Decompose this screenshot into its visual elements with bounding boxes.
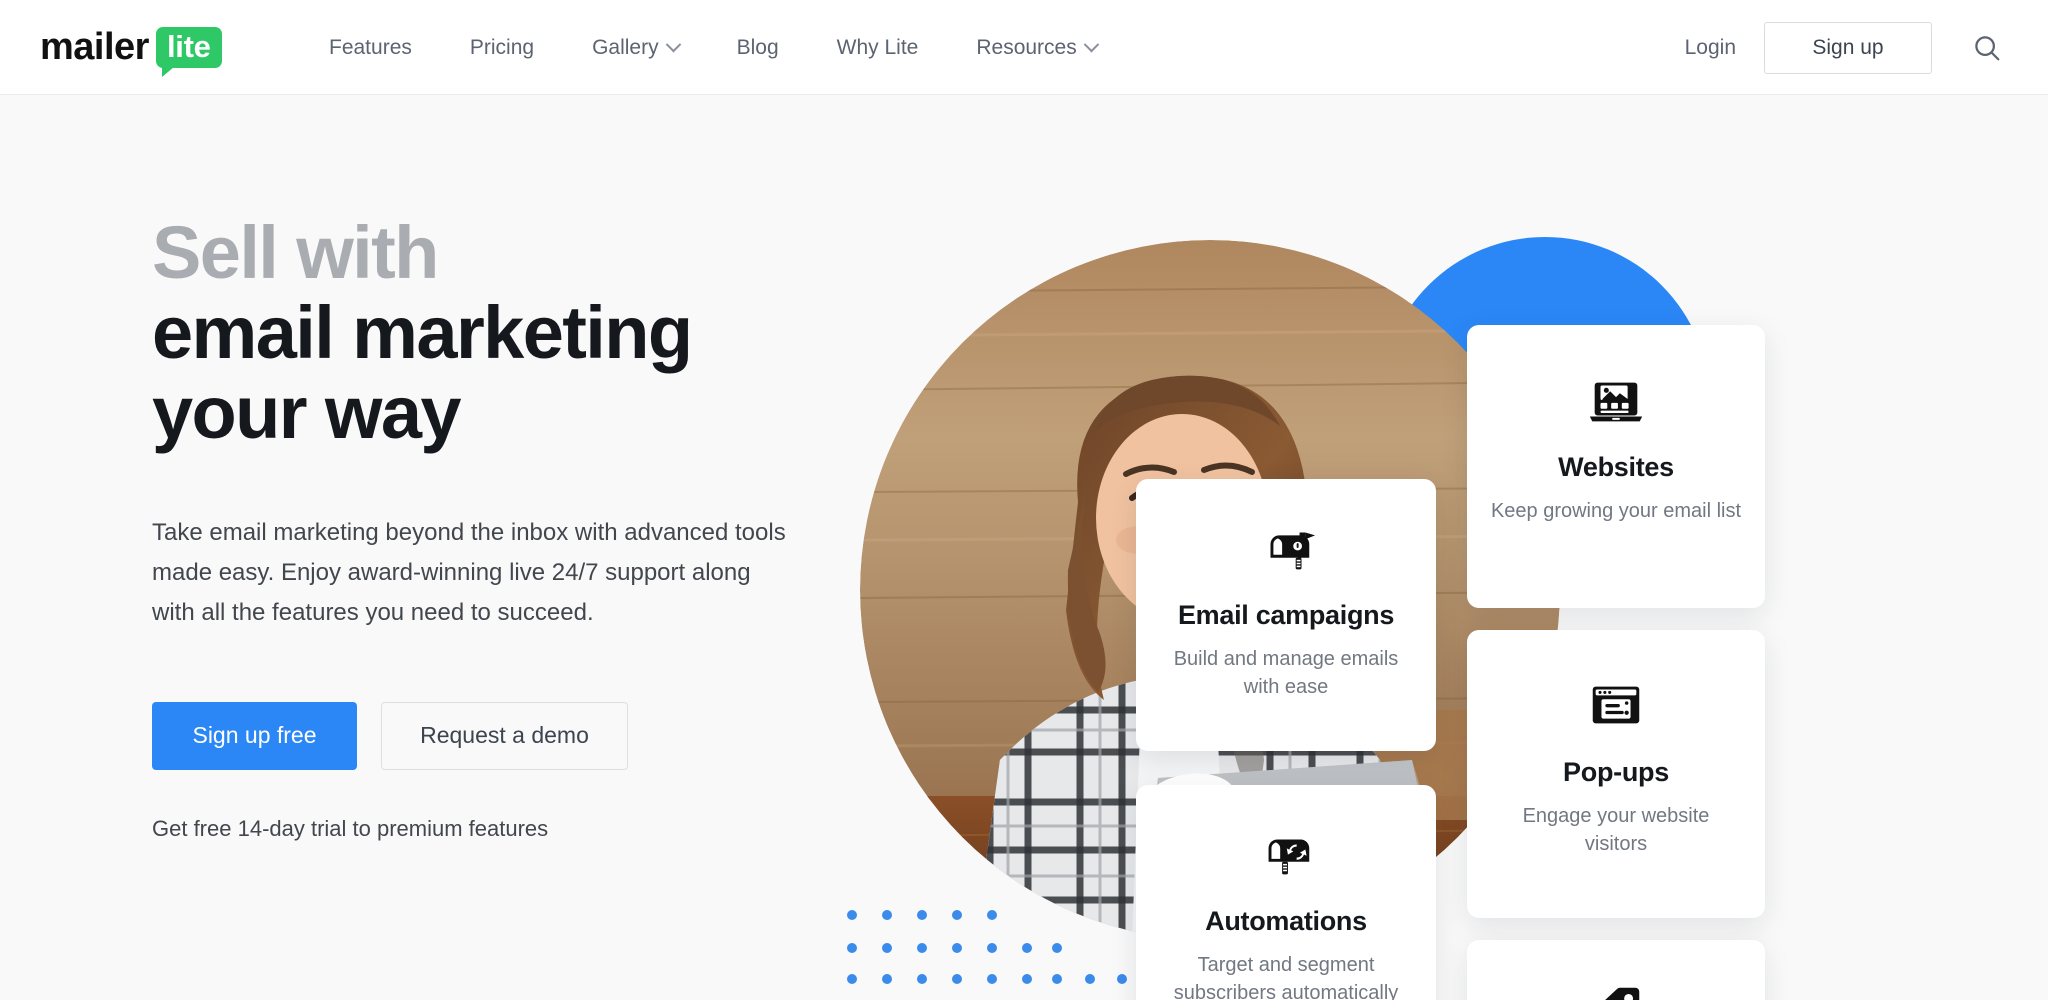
chevron-down-icon bbox=[665, 36, 681, 53]
site-header: mailer lite Features Pricing Gallery Blo… bbox=[0, 0, 2048, 95]
header-actions: Login Sign up bbox=[1657, 0, 2020, 95]
headline-line-2: email marketing bbox=[152, 290, 693, 374]
browser-window-icon bbox=[1585, 674, 1647, 741]
laptop-website-icon bbox=[1585, 369, 1647, 436]
nav-item-resources[interactable]: Resources bbox=[947, 36, 1125, 59]
signup-button[interactable]: Sign up bbox=[1764, 21, 1932, 74]
nav-label: Why Lite bbox=[836, 36, 919, 59]
mailerlite-logo[interactable]: mailer lite bbox=[40, 22, 222, 77]
card-description: Build and manage emails with ease bbox=[1173, 648, 1399, 699]
search-icon bbox=[1975, 35, 2000, 60]
signup-free-button[interactable]: Sign up free bbox=[152, 701, 357, 770]
price-tag-dollar-icon bbox=[1585, 980, 1647, 1000]
hero-cta-row: Sign up free Request a demo bbox=[152, 701, 852, 770]
nav-label: Resources bbox=[976, 36, 1077, 59]
nav-item-pricing[interactable]: Pricing bbox=[441, 37, 563, 58]
search-button[interactable] bbox=[1954, 22, 2020, 74]
mailbox-sync-icon bbox=[1255, 823, 1317, 890]
headline-muted-line: Sell with bbox=[152, 211, 439, 294]
logo-lite-badge: lite bbox=[155, 26, 222, 77]
card-title: Pop-ups bbox=[1563, 757, 1669, 787]
nav-item-blog[interactable]: Blog bbox=[708, 37, 808, 58]
blue-dot-grid-decoration bbox=[847, 910, 1127, 984]
hero-artwork: Love My Job bbox=[840, 95, 2048, 1000]
logo-badge-label: lite bbox=[166, 28, 211, 64]
card-title: Automations bbox=[1205, 906, 1367, 936]
nav-label: Pricing bbox=[469, 36, 535, 59]
card-description: Engage your website visitors bbox=[1522, 805, 1710, 856]
trial-note: Get free 14-day trial to premium feature… bbox=[152, 815, 549, 841]
hero-section: Sell with email marketing your way Take … bbox=[0, 95, 2048, 1000]
hero-copy: Sell with email marketing your way Take … bbox=[152, 213, 852, 842]
feature-card-email-campaigns[interactable]: Email campaigns Build and manage emails … bbox=[1136, 479, 1436, 751]
nav-item-gallery[interactable]: Gallery bbox=[563, 36, 708, 59]
nav-label: Blog bbox=[736, 36, 779, 59]
nav-label: Gallery bbox=[592, 36, 659, 59]
chevron-down-icon bbox=[1083, 36, 1100, 53]
page-title: Sell with email marketing your way bbox=[152, 213, 852, 453]
nav-item-features[interactable]: Features bbox=[300, 37, 441, 58]
login-link[interactable]: Login bbox=[1657, 37, 1764, 58]
feature-card-popups[interactable]: Pop-ups Engage your website visitors bbox=[1467, 630, 1765, 918]
card-description: Keep growing your email list bbox=[1490, 500, 1742, 522]
hero-paragraph: Take email marketing beyond the inbox wi… bbox=[152, 518, 786, 627]
nav-label: Features bbox=[329, 36, 412, 59]
nav-item-why-lite[interactable]: Why Lite bbox=[808, 37, 948, 58]
main-navigation: Features Pricing Gallery Blog Why Lite R… bbox=[300, 0, 1126, 95]
card-description: Target and segment subscribers automatic… bbox=[1173, 954, 1399, 1000]
request-demo-button[interactable]: Request a demo bbox=[381, 701, 628, 770]
headline-line-3: your way bbox=[152, 370, 462, 454]
feature-card-sell-digital[interactable]: Sell digital bbox=[1467, 940, 1765, 1000]
feature-card-automations[interactable]: Automations Target and segment subscribe… bbox=[1136, 785, 1436, 1000]
card-title: Websites bbox=[1558, 452, 1674, 482]
card-title: Email campaigns bbox=[1177, 600, 1395, 630]
feature-card-websites[interactable]: Websites Keep growing your email list bbox=[1467, 325, 1765, 608]
logo-wordmark: mailer bbox=[40, 26, 149, 68]
mailbox-flag-icon bbox=[1255, 517, 1317, 584]
